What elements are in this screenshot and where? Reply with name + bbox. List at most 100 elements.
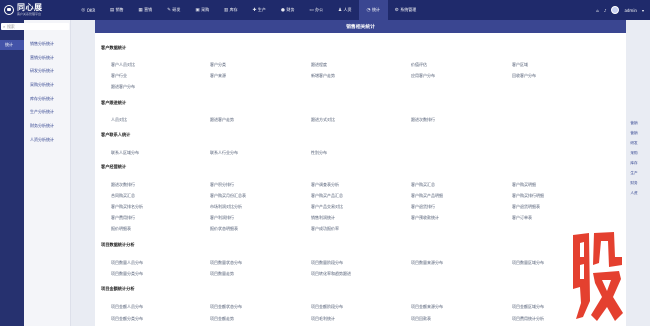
- report-link[interactable]: 项目数量阶段分布: [311, 260, 343, 266]
- report-link[interactable]: 客户调查表分析: [311, 182, 339, 188]
- report-link[interactable]: 客户产品交易对比: [311, 204, 343, 210]
- report-link[interactable]: 人员对比: [111, 117, 127, 123]
- quick-nav-item[interactable]: 生产: [627, 168, 641, 178]
- sidebar-item-label: 统计: [5, 42, 13, 47]
- search-input[interactable]: ⌕ 搜索: [1, 23, 69, 30]
- report-link[interactable]: 项目金额人员分布: [111, 304, 143, 310]
- report-link[interactable]: 项目数量走势: [210, 271, 234, 277]
- report-link[interactable]: 客户订单表: [512, 215, 532, 221]
- logo[interactable]: 同心展 客户关系管理平台: [0, 0, 74, 20]
- report-link[interactable]: 项目数量区域分布: [512, 260, 544, 266]
- submenu-item-finance[interactable]: 财务分析统计: [24, 119, 70, 133]
- report-link[interactable]: 价值评估: [411, 62, 427, 68]
- report-link[interactable]: 客户购买产品明细: [411, 193, 443, 199]
- report-link[interactable]: 跟进次数排行: [411, 117, 435, 123]
- report-link[interactable]: 跟进客户分布: [111, 84, 135, 90]
- report-link[interactable]: 客户分类: [210, 62, 226, 68]
- report-link[interactable]: 项目金额阶段分布: [311, 304, 343, 310]
- report-link[interactable]: 跟进次数排行: [111, 182, 135, 188]
- report-link[interactable]: 项目金额走势: [210, 316, 234, 322]
- report-link[interactable]: 项目毛利统计: [311, 316, 335, 322]
- home-icon[interactable]: ⌂: [596, 8, 599, 13]
- report-link[interactable]: 客户积分排行: [210, 182, 234, 188]
- nav-finance[interactable]: ● 财务: [274, 0, 303, 20]
- report-link[interactable]: 客户购买月份汇总表: [210, 193, 246, 199]
- report-link[interactable]: 应用客户分布: [411, 73, 435, 79]
- report-link[interactable]: 客户购买排名分析: [111, 204, 143, 210]
- chart-icon: ◔: [366, 7, 371, 13]
- username[interactable]: admin: [624, 8, 637, 13]
- submenu-item-sales[interactable]: 销售分析统计: [24, 37, 70, 51]
- quick-nav-item[interactable]: 研发: [627, 138, 641, 148]
- report-link[interactable]: 客户预收款统计: [411, 215, 439, 221]
- report-link[interactable]: 客户购买产品汇总: [311, 193, 343, 199]
- quick-nav-item[interactable]: 财务: [627, 178, 641, 188]
- submenu-item-marketing[interactable]: 营销分析统计: [24, 51, 70, 65]
- avatar[interactable]: [611, 6, 620, 14]
- report-link[interactable]: 项目回款表: [411, 316, 431, 322]
- report-link[interactable]: 项目数量分类分布: [111, 271, 143, 277]
- report-link[interactable]: 联系人行业分布: [210, 150, 238, 156]
- submenu-item-production[interactable]: 生产分析统计: [24, 105, 70, 119]
- nav-rnd[interactable]: ✎ 研发: [160, 0, 189, 20]
- report-link[interactable]: 跟进客户走势: [210, 117, 234, 123]
- report-link[interactable]: 项目费用统计分析: [512, 316, 544, 322]
- report-link[interactable]: 客户人员对比: [111, 62, 135, 68]
- quick-nav-item[interactable]: 营销: [627, 118, 641, 128]
- quick-nav-item[interactable]: 库存: [627, 158, 641, 168]
- report-link[interactable]: 项目金额来源分布: [411, 304, 443, 310]
- report-link[interactable]: 联系人区域分布: [111, 150, 139, 156]
- report-link[interactable]: 项目金额状态分布: [210, 304, 242, 310]
- quick-nav-item[interactable]: 人资: [627, 188, 641, 198]
- nav-office[interactable]: ▭ 办公: [302, 0, 331, 20]
- report-link[interactable]: 客户成功报价率: [311, 226, 339, 232]
- nav-production[interactable]: ✚ 生产: [245, 0, 274, 20]
- report-link[interactable]: 客户行业: [111, 73, 127, 79]
- report-link[interactable]: 客户利润排行: [210, 215, 234, 221]
- report-link[interactable]: 报价状态明细表: [210, 226, 238, 232]
- submenu-item-inventory[interactable]: 库存分析统计: [24, 92, 70, 106]
- report-link[interactable]: 客户退货排行: [411, 204, 435, 210]
- report-link[interactable]: 项目金额区域分布: [512, 304, 544, 310]
- nav-marketing[interactable]: ▦ 营销: [131, 0, 160, 20]
- report-link[interactable]: 客户退货明细表: [512, 204, 540, 210]
- nav-hr[interactable]: ♟ 人资: [331, 0, 360, 20]
- nav-okr[interactable]: ◎ OKR: [74, 0, 103, 20]
- nav-statistics[interactable]: ◔ 统计: [359, 0, 388, 20]
- sidebar-item-statistics[interactable]: 统计: [0, 40, 24, 50]
- chevron-down-icon[interactable]: ▾: [642, 8, 644, 13]
- report-link[interactable]: 报价明细表: [111, 226, 131, 232]
- report-link[interactable]: 市场利润对比分析: [210, 204, 242, 210]
- report-link[interactable]: 客户区域: [512, 62, 528, 68]
- nav-sales[interactable]: ▤ 销售: [103, 0, 132, 20]
- report-link[interactable]: 客户购买排行明细: [512, 193, 544, 199]
- report-link[interactable]: 跟进方式对比: [311, 117, 335, 123]
- submenu-item-purchase[interactable]: 采购分析统计: [24, 78, 70, 92]
- factory-icon: ✚: [252, 7, 257, 13]
- report-link[interactable]: 客户来源: [210, 73, 226, 79]
- submenu-item-hr[interactable]: 人资分析统计: [24, 133, 70, 147]
- report-link[interactable]: 客户购买汇总: [411, 182, 435, 188]
- nav-purchase[interactable]: ▣ 采购: [188, 0, 217, 20]
- report-link[interactable]: 客户购买明细: [512, 182, 536, 188]
- report-link[interactable]: 项目数量状态分布: [210, 260, 242, 266]
- report-link[interactable]: 项目金额分类分布: [111, 316, 143, 322]
- report-link[interactable]: 回收客户分布: [512, 73, 536, 79]
- quick-nav-item[interactable]: 采购: [627, 148, 641, 158]
- report-link[interactable]: 项目数量人员分布: [111, 260, 143, 266]
- report-link[interactable]: 客户费用排行: [111, 215, 135, 221]
- section-title: 项目金额统计分析: [101, 286, 135, 291]
- report-link[interactable]: 销售利润统计: [311, 215, 335, 221]
- nav-system-settings[interactable]: ⚙ 系统管理: [388, 0, 424, 20]
- report-link[interactable]: 项目数量来源分布: [411, 260, 443, 266]
- nav-inventory[interactable]: ▥ 库存: [217, 0, 246, 20]
- report-link[interactable]: 新增客户走势: [311, 73, 335, 79]
- watermark-stamp: [573, 232, 623, 321]
- report-link[interactable]: 跟进程度: [311, 62, 327, 68]
- report-link[interactable]: 性别分布: [311, 150, 327, 156]
- quick-nav-item[interactable]: 营销: [627, 128, 641, 138]
- report-link[interactable]: 项目转化率和趋势跟进: [311, 271, 351, 277]
- bell-icon[interactable]: ♪: [604, 8, 607, 13]
- report-link[interactable]: 合同购买汇总: [111, 193, 135, 199]
- submenu-item-rnd[interactable]: 研发分析统计: [24, 64, 70, 78]
